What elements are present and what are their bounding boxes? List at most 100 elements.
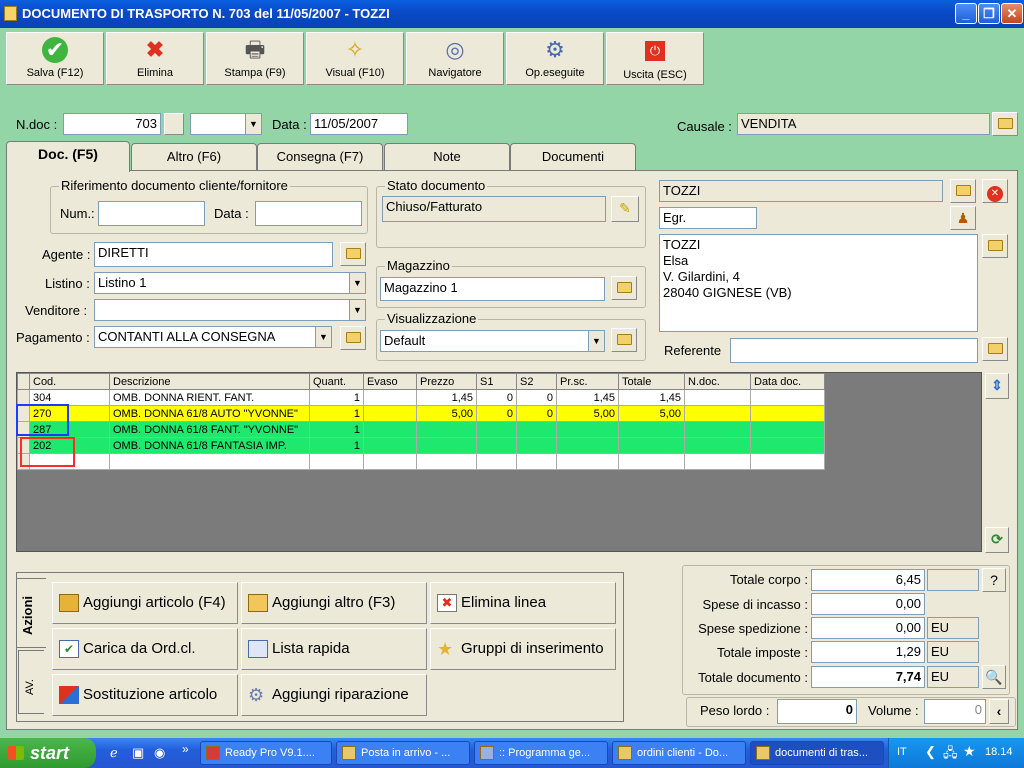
taskbar-item-active[interactable]: documenti di tras... — [750, 741, 884, 765]
warehouse-browse-button[interactable] — [611, 276, 637, 300]
listino-select[interactable]: Listino 1 ▼ — [94, 272, 366, 294]
cell-s2[interactable]: 0 — [516, 389, 557, 406]
quicklaunch-expand-icon[interactable]: » — [182, 742, 189, 756]
print-button[interactable]: 🖶 Stampa (F9) — [206, 32, 304, 85]
col-prsc[interactable]: Pr.sc. — [556, 373, 619, 390]
cell-quant[interactable] — [309, 453, 364, 470]
cell-ndoc[interactable] — [684, 453, 751, 470]
cell-desc[interactable] — [109, 453, 310, 470]
causale-browse-button[interactable] — [992, 112, 1018, 136]
referente-input[interactable] — [730, 338, 978, 363]
ndoc-suffix-button[interactable] — [164, 113, 184, 135]
start-button[interactable]: start — [0, 738, 96, 768]
tab-doc[interactable]: Doc. (F5) — [6, 141, 130, 172]
cell-s1[interactable] — [476, 453, 517, 470]
col-quant[interactable]: Quant. — [309, 373, 364, 390]
add-repair-button[interactable]: ⚙ Aggiungi riparazione — [241, 674, 427, 716]
cell-desc[interactable]: OMB. DONNA 61/8 FANTASIA IMP. — [109, 437, 310, 454]
zoom-button[interactable]: 🔍 — [982, 665, 1006, 689]
load-order-button[interactable]: ✔ Carica da Ord.cl. — [52, 628, 238, 670]
cell-s2[interactable]: 0 — [516, 405, 557, 422]
star-tray-icon[interactable]: ★ — [963, 743, 976, 760]
customer-title-input[interactable]: Egr. — [659, 207, 757, 229]
collapse-button[interactable]: ‹ — [989, 699, 1009, 724]
cell-totale[interactable]: 1,45 — [618, 389, 685, 406]
cell-quant[interactable]: 1 — [309, 389, 364, 406]
tray-expand-icon[interactable]: ❮ — [925, 744, 936, 760]
table-row[interactable]: 270 OMB. DONNA 61/8 AUTO "YVONNE" 1 5,00 0 0 5… — [17, 405, 825, 422]
cell-evaso[interactable] — [363, 405, 417, 422]
col-prezzo[interactable]: Prezzo — [416, 373, 477, 390]
cell-s1[interactable]: 0 — [476, 389, 517, 406]
col-totale[interactable]: Totale — [618, 373, 685, 390]
taskbar-item[interactable]: Posta in arrivo - ... — [336, 741, 470, 765]
ndoc-input[interactable]: 703 — [63, 113, 161, 135]
customer-browse-button[interactable] — [950, 179, 976, 203]
collection-costs-value[interactable]: 0,00 — [811, 593, 925, 615]
cell-desc[interactable]: OMB. DONNA 61/8 FANT. "YVONNE" — [109, 421, 310, 438]
delete-line-button[interactable]: ✖ Elimina linea — [430, 582, 616, 624]
lines-grid[interactable]: Cod. Descrizione Quant. Evaso Prezzo S1 … — [16, 372, 982, 552]
taskbar-item[interactable]: :: Programma ge... — [474, 741, 608, 765]
cell-totale[interactable] — [618, 437, 685, 454]
taskbar-item[interactable]: ordini clienti - Do... — [612, 741, 746, 765]
cell-ndoc[interactable] — [684, 437, 751, 454]
tab-note[interactable]: Note — [384, 143, 510, 170]
referente-browse-button[interactable] — [982, 337, 1008, 361]
ndoc-series-select[interactable]: ▼ — [190, 113, 262, 135]
insert-groups-button[interactable]: ★ Gruppi di inserimento — [430, 628, 616, 670]
cell-datadoc[interactable] — [750, 389, 825, 406]
cell-s1[interactable] — [476, 421, 517, 438]
customer-clear-button[interactable]: ✕ — [982, 179, 1008, 203]
cell-prezzo[interactable]: 5,00 — [416, 405, 477, 422]
cell-prezzo[interactable] — [416, 453, 477, 470]
ie-quicklaunch-icon[interactable]: ℯ — [110, 745, 118, 761]
cell-totale[interactable] — [618, 453, 685, 470]
col-s2[interactable]: S2 — [516, 373, 557, 390]
warehouse-input[interactable]: Magazzino 1 — [380, 277, 605, 301]
table-row[interactable]: 287 OMB. DONNA 61/8 FANT. "YVONNE" 1 — [17, 421, 825, 438]
cell-datadoc[interactable] — [750, 421, 825, 438]
cell-prsc[interactable] — [556, 437, 619, 454]
cell-prsc[interactable] — [556, 453, 619, 470]
tab-av[interactable]: AV. — [18, 650, 44, 714]
cell-evaso[interactable] — [363, 437, 417, 454]
agente-browse-button[interactable] — [340, 242, 366, 266]
cell-desc[interactable]: OMB. DONNA 61/8 AUTO "YVONNE" — [109, 405, 310, 422]
table-row[interactable] — [17, 453, 825, 470]
navigator-button[interactable]: ◎ Navigatore — [406, 32, 504, 85]
tab-documenti[interactable]: Documenti — [510, 143, 636, 170]
ref-num-input[interactable] — [98, 201, 205, 226]
media-quicklaunch-icon[interactable]: ◉ — [154, 745, 165, 761]
gross-weight-value[interactable]: 0 — [777, 699, 857, 724]
cell-prezzo[interactable] — [416, 421, 477, 438]
tab-consegna[interactable]: Consegna (F7) — [257, 143, 383, 170]
move-lines-button[interactable]: ⇕ — [985, 373, 1009, 399]
quick-list-button[interactable]: Lista rapida — [241, 628, 427, 670]
tab-azioni[interactable]: Azioni — [16, 578, 46, 648]
cell-evaso[interactable] — [363, 453, 417, 470]
cell-prezzo[interactable] — [416, 437, 477, 454]
view-select[interactable]: Default ▼ — [380, 330, 605, 352]
taskbar-item[interactable]: Ready Pro V9.1.... — [200, 741, 332, 765]
cell-prezzo[interactable]: 1,45 — [416, 389, 477, 406]
cell-s2[interactable] — [516, 437, 557, 454]
venditore-select[interactable]: ▼ — [94, 299, 366, 321]
minimize-button[interactable]: _ — [955, 3, 977, 24]
cell-quant[interactable]: 1 — [309, 437, 364, 454]
volume-value[interactable]: 0 — [924, 699, 986, 724]
cell-datadoc[interactable] — [750, 405, 825, 422]
cell-quant[interactable]: 1 — [309, 421, 364, 438]
col-evaso[interactable]: Evaso — [363, 373, 417, 390]
pagamento-select[interactable]: CONTANTI ALLA CONSEGNA ▼ — [94, 326, 332, 348]
operations-button[interactable]: ⚙ Op.eseguite — [506, 32, 604, 85]
exit-button[interactable]: ⏻ Uscita (ESC) — [606, 32, 704, 85]
cell-datadoc[interactable] — [750, 437, 825, 454]
col-s1[interactable]: S1 — [476, 373, 517, 390]
help-button[interactable]: ? — [982, 568, 1006, 592]
view-browse-button[interactable] — [611, 328, 637, 352]
cell-quant[interactable]: 1 — [309, 405, 364, 422]
visual-button[interactable]: ✧ Visual (F10) — [306, 32, 404, 85]
address-browse-button[interactable] — [982, 234, 1008, 258]
agente-input[interactable]: DIRETTI — [94, 242, 333, 267]
